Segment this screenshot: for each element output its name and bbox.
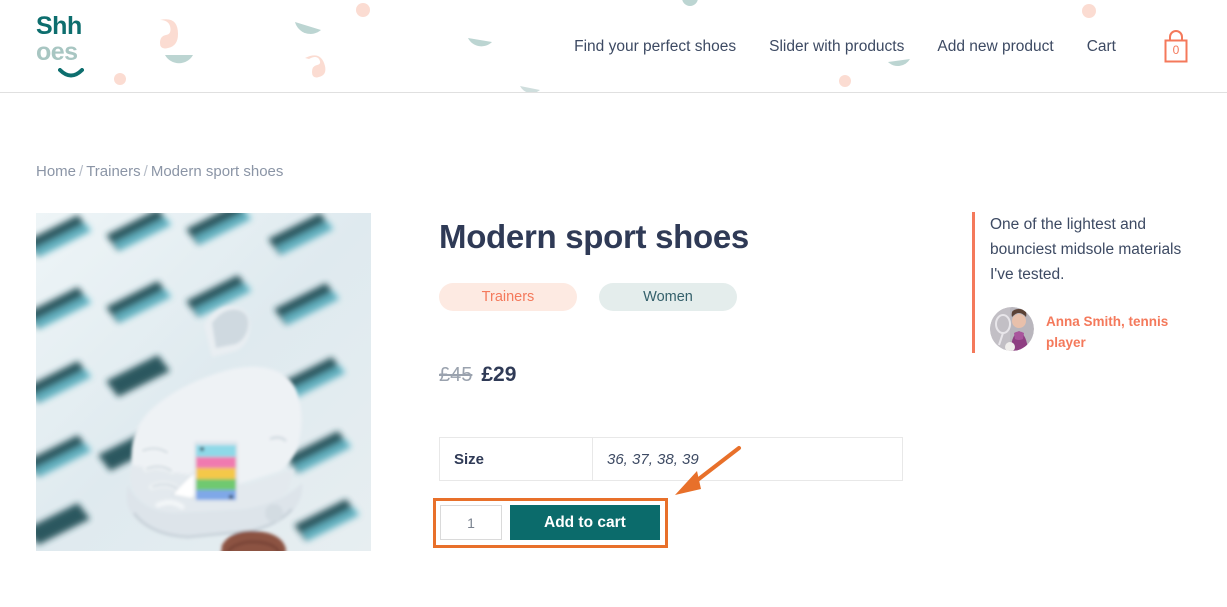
product-price: £45 £29 bbox=[439, 363, 516, 387]
breadcrumb-separator: / bbox=[79, 163, 84, 180]
site-header: Shh oes Find your perfect shoes Slider w… bbox=[0, 0, 1227, 93]
cart-button[interactable]: 0 bbox=[1161, 29, 1191, 64]
testimonial-quote: One of the lightest and bounciest midsol… bbox=[990, 216, 1182, 283]
price-current: £29 bbox=[481, 363, 517, 386]
quantity-input[interactable] bbox=[440, 505, 502, 540]
page-title: Modern sport shoes bbox=[439, 218, 749, 255]
breadcrumb-separator: / bbox=[143, 163, 148, 180]
add-to-cart-button[interactable]: Add to cart bbox=[510, 505, 660, 540]
attribute-value-size: 36, 37, 38, 39 bbox=[592, 437, 903, 481]
logo-text-bottom: oes bbox=[36, 38, 78, 66]
breadcrumb-item-current: Modern sport shoes bbox=[150, 163, 284, 180]
main-navigation: Find your perfect shoes Slider with prod… bbox=[574, 0, 1191, 92]
price-original: £45 bbox=[439, 364, 473, 386]
site-logo[interactable]: Shh oes bbox=[36, 14, 156, 80]
breadcrumb: Home / Trainers / Modern sport shoes bbox=[36, 163, 283, 180]
avatar-photo bbox=[990, 307, 1034, 351]
avatar bbox=[990, 307, 1034, 351]
nav-item-add-product[interactable]: Add new product bbox=[937, 38, 1053, 56]
product-image[interactable] bbox=[36, 213, 371, 551]
table-row: Size 36, 37, 38, 39 bbox=[439, 437, 903, 481]
logo-text-top: Shh bbox=[36, 12, 82, 40]
breadcrumb-item-home[interactable]: Home bbox=[36, 163, 76, 180]
product-tag-women[interactable]: Women bbox=[599, 283, 737, 311]
add-to-cart-form: Add to cart bbox=[440, 505, 660, 540]
smile-curve-icon bbox=[58, 68, 84, 78]
nav-item-cart[interactable]: Cart bbox=[1087, 38, 1116, 56]
product-photo-illustration bbox=[36, 213, 371, 551]
nav-item-find-shoes[interactable]: Find your perfect shoes bbox=[574, 38, 736, 56]
cart-count-badge: 0 bbox=[1172, 43, 1180, 57]
testimonial-author: Anna Smith, tennis player bbox=[1046, 314, 1169, 350]
breadcrumb-item-trainers[interactable]: Trainers bbox=[86, 163, 140, 180]
testimonial-author-row: Anna Smith, tennis player bbox=[990, 307, 1187, 353]
product-tag-trainers[interactable]: Trainers bbox=[439, 283, 577, 311]
product-tag-list: Trainers Women bbox=[439, 283, 737, 311]
product-attributes-table: Size 36, 37, 38, 39 bbox=[439, 437, 903, 481]
testimonial: One of the lightest and bounciest midsol… bbox=[972, 212, 1187, 353]
nav-item-slider[interactable]: Slider with products bbox=[769, 38, 904, 56]
attribute-name-size: Size bbox=[439, 437, 593, 481]
